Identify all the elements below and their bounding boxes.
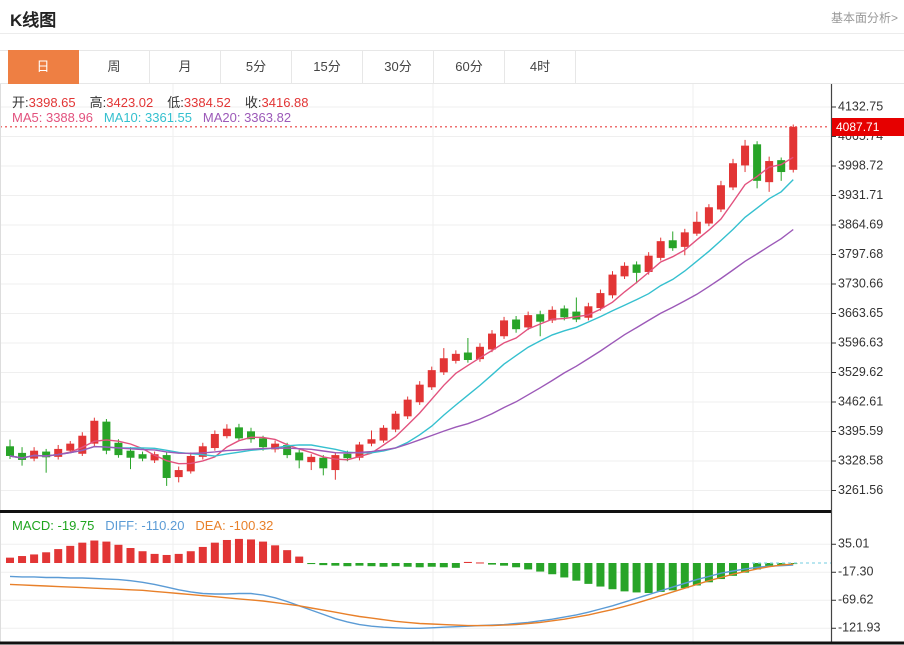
diff-value: DIFF: -110.20 [105, 518, 185, 533]
svg-text:3998.72: 3998.72 [838, 158, 883, 172]
macd-info-row: MACD: -19.75 DIFF: -110.20 DEA: -100.32 [12, 518, 273, 533]
dea-value: DEA: -100.32 [195, 518, 274, 533]
ma-info-row: MA5: 3388.96 MA10: 3361.55 MA20: 3363.82 [12, 110, 291, 125]
svg-text:3663.65: 3663.65 [838, 306, 883, 320]
high-value: 3423.02 [106, 95, 154, 110]
kline-page: K线图 基本面分析> 日 周 月 5分 15分 30分 60分 4时 4132.… [0, 0, 904, 645]
svg-text:3261.56: 3261.56 [838, 483, 883, 497]
svg-text:-17.30: -17.30 [838, 565, 873, 579]
close-value: 3416.88 [261, 95, 309, 110]
close-label: 收: [244, 95, 262, 110]
svg-text:3931.71: 3931.71 [838, 188, 883, 202]
open-label: 开: [12, 95, 29, 110]
low-value: 3384.52 [183, 95, 231, 110]
svg-text:3395.59: 3395.59 [838, 424, 883, 438]
svg-text:3864.69: 3864.69 [838, 217, 883, 231]
svg-text:3596.63: 3596.63 [838, 335, 883, 349]
macd-value: MACD: -19.75 [12, 518, 95, 533]
low-label: 低: [167, 95, 184, 110]
svg-text:3730.66: 3730.66 [838, 276, 883, 290]
svg-text:3529.62: 3529.62 [838, 365, 883, 379]
high-label: 高: [89, 95, 107, 110]
svg-text:-121.93: -121.93 [838, 621, 880, 635]
svg-text:3797.68: 3797.68 [838, 247, 883, 261]
svg-text:4132.75: 4132.75 [838, 99, 883, 113]
svg-text:35.01: 35.01 [838, 537, 869, 551]
current-price-badge: 4087.71 [832, 117, 904, 136]
ma10-value: MA10: 3361.55 [103, 110, 193, 125]
svg-text:-69.62: -69.62 [838, 593, 873, 607]
svg-text:3462.61: 3462.61 [838, 394, 883, 408]
svg-text:3328.58: 3328.58 [838, 453, 883, 467]
ma5-value: MA5: 3388.96 [12, 110, 93, 125]
ma20-value: MA20: 3363.82 [202, 110, 292, 125]
ohlc-info-row: 开:3398.65 高:3423.02 低:3384.52 收:3416.88 [12, 92, 323, 111]
open-value: 3398.65 [28, 95, 76, 110]
